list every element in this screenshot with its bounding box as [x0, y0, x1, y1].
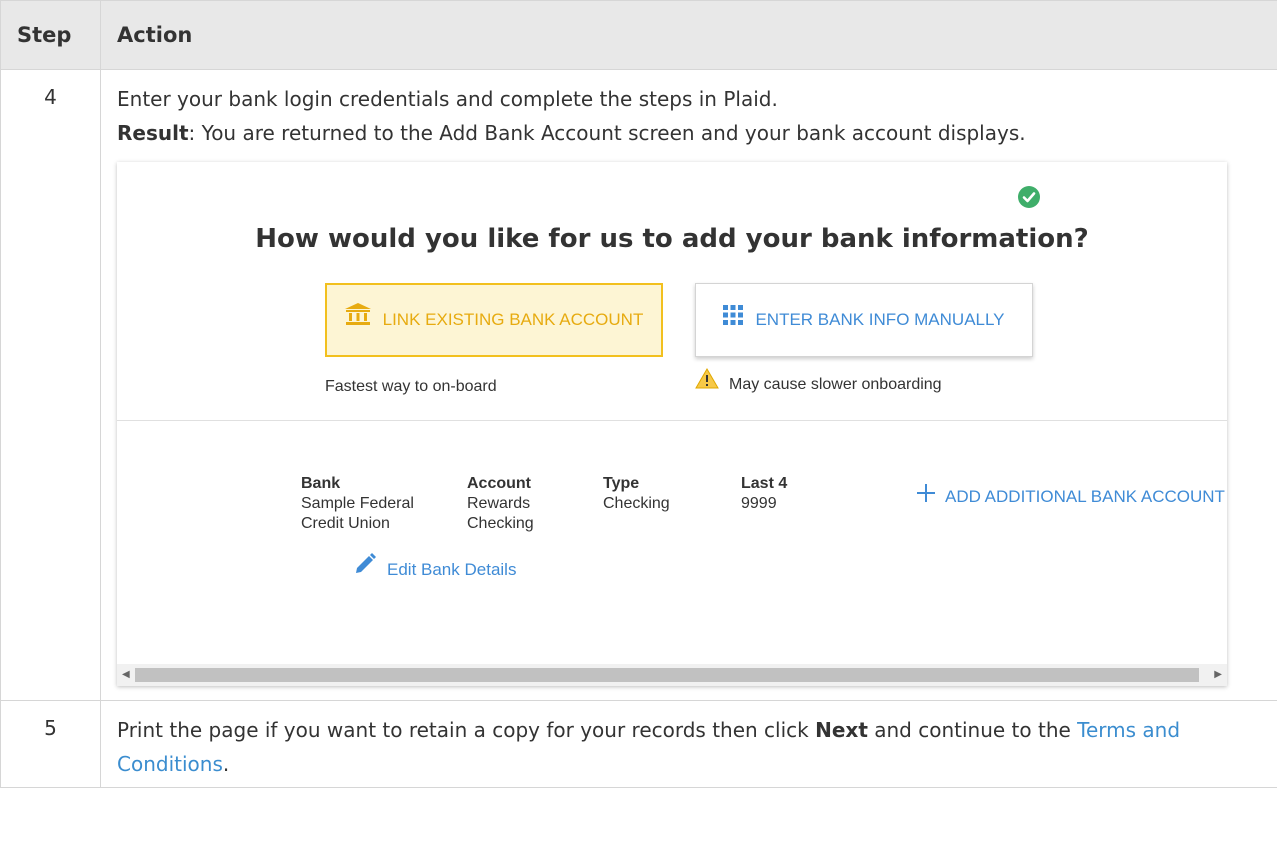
- link-existing-bank-account-button[interactable]: LINK EXISTING BANK ACCOUNT: [325, 283, 663, 357]
- type-header: Type: [603, 475, 640, 492]
- instruction-text-end: .: [222, 752, 230, 776]
- steps-table: Step Action 4 Enter your bank login cred…: [0, 0, 1277, 788]
- last4-header: Last 4: [741, 475, 788, 492]
- bank-name-line2: Credit Union: [301, 515, 390, 532]
- add-button-label: ADD ADDITIONAL BANK ACCOUNT: [945, 487, 1225, 506]
- table-row: 4 Enter your bank login credentials and …: [0, 69, 1277, 701]
- account-header: Account: [467, 475, 531, 492]
- manual-caption-text: May cause slower onboarding: [729, 376, 942, 393]
- step-number: 5: [0, 700, 101, 788]
- manual-caption: May cause slower onboarding: [695, 368, 942, 402]
- account-line1: Rewards: [467, 495, 531, 512]
- result-label: Result: [117, 121, 189, 145]
- action-column-header: Action: [100, 0, 1277, 70]
- instruction-text-mid: and continue to the: [867, 718, 1078, 742]
- last4-column: Last 4 9999: [741, 474, 787, 514]
- result-description: : You are returned to the Add Bank Accou…: [188, 121, 1026, 145]
- add-additional-bank-account-button[interactable]: ADD ADDITIONAL BANK ACCOUNT: [917, 480, 1225, 514]
- last4-value: 9999: [741, 495, 777, 512]
- scroll-right-arrow-icon[interactable]: ▶: [1214, 668, 1222, 682]
- type-value: Checking: [603, 495, 670, 512]
- instruction-text: Print the page if you want to retain a c…: [117, 718, 816, 742]
- table-header-row: Step Action: [0, 0, 1277, 70]
- check-circle-icon: [1018, 186, 1040, 208]
- step-number: 4: [0, 69, 101, 701]
- bank-name-line1: Sample Federal: [301, 495, 414, 512]
- bank-icon: [344, 303, 371, 337]
- account-line2: Checking: [467, 515, 534, 532]
- result-text: Result: You are returned to the Add Bank…: [117, 116, 1265, 150]
- horizontal-scrollbar[interactable]: ◀ ▶: [117, 664, 1227, 686]
- edit-bank-details-link[interactable]: Edit Bank Details: [353, 552, 516, 588]
- pencil-icon: [353, 552, 377, 588]
- link-caption: Fastest way to on-board: [325, 378, 497, 395]
- link-button-label: LINK EXISTING BANK ACCOUNT: [382, 310, 644, 329]
- edit-link-label: Edit Bank Details: [387, 560, 517, 579]
- bank-header: Bank: [301, 475, 341, 492]
- instruction-text: Enter your bank login credentials and co…: [117, 87, 778, 111]
- account-column: Account Rewards Checking: [467, 474, 534, 534]
- enter-bank-info-manually-button[interactable]: ENTER BANK INFO MANUALLY: [695, 283, 1033, 357]
- warning-icon: [695, 368, 719, 402]
- step-column-header: Step: [0, 0, 101, 70]
- step-action: Enter your bank login credentials and co…: [100, 69, 1277, 701]
- scroll-left-arrow-icon[interactable]: ◀: [122, 668, 130, 682]
- table-row: 5 Print the page if you want to retain a…: [0, 700, 1277, 788]
- step-action: Print the page if you want to retain a c…: [100, 700, 1277, 788]
- bank-column: Bank Sample Federal Credit Union: [301, 474, 414, 534]
- next-emphasis: Next: [815, 718, 868, 742]
- manual-button-label: ENTER BANK INFO MANUALLY: [755, 310, 1005, 329]
- screenshot-heading: How would you like for us to add your ba…: [255, 224, 1089, 254]
- type-column: Type Checking: [603, 474, 670, 514]
- plus-icon: [917, 480, 935, 514]
- section-divider: [117, 420, 1227, 421]
- grid-icon: [723, 303, 744, 337]
- embedded-screenshot: How would you like for us to add your ba…: [117, 162, 1227, 686]
- scrollbar-thumb[interactable]: [135, 668, 1199, 682]
